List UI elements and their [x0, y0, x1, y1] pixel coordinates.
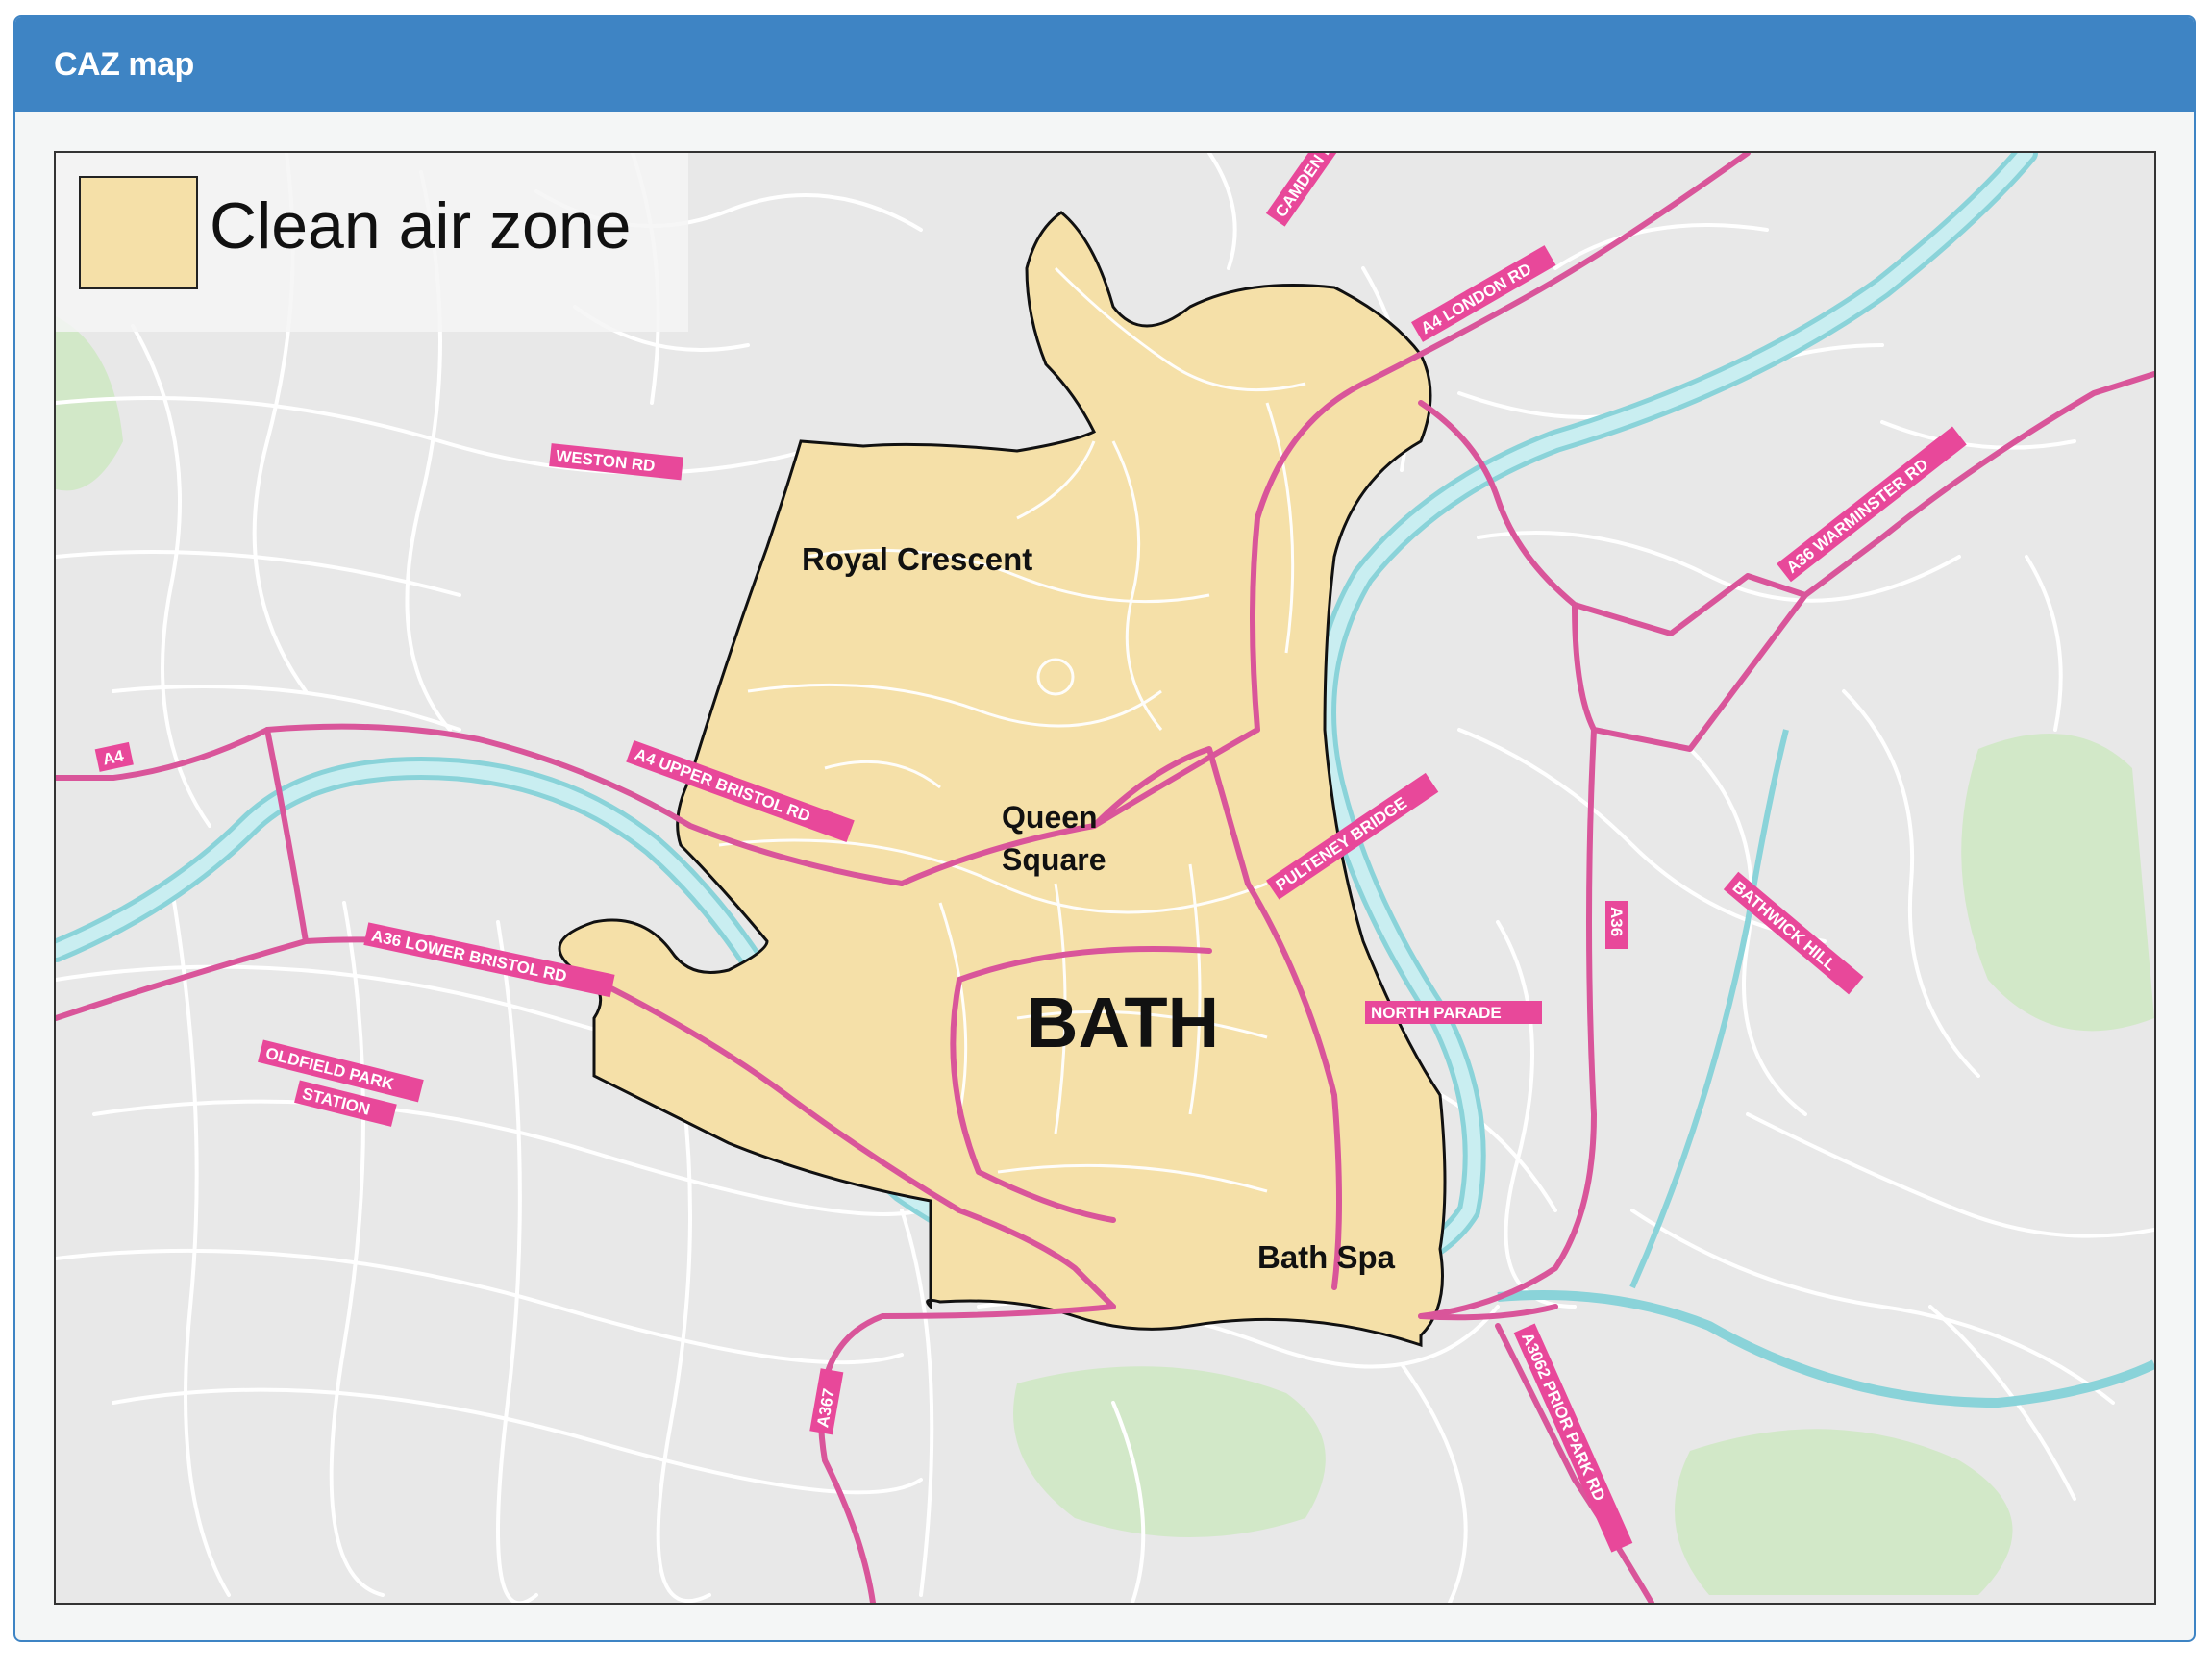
legend-label: Clean air zone — [210, 189, 632, 262]
place-label-queen-square-1: Queen — [1002, 800, 1098, 835]
road-label: A36 — [1605, 901, 1628, 949]
road-label: NORTH PARADE — [1365, 1001, 1542, 1024]
place-label-royal-crescent: Royal Crescent — [802, 541, 1032, 577]
place-label-city: BATH — [1027, 983, 1219, 1062]
caz-map: CAMDEN RD A4 LONDON RD WESTON RD A36 WAR… — [54, 151, 2156, 1605]
road-label-a36: A36 — [1607, 907, 1626, 936]
map-legend: Clean air zone — [56, 153, 688, 332]
caz-map-panel: CAZ map CAMDEN RD A4 LONDON RD WESTON RD… — [13, 15, 2196, 1642]
road-label-north-parade: NORTH PARADE — [1371, 1004, 1502, 1022]
panel-header: CAZ map — [15, 17, 2194, 112]
legend-swatch — [79, 176, 198, 289]
place-label-queen-square-2: Square — [1002, 842, 1106, 877]
place-label-bath-spa: Bath Spa — [1257, 1239, 1396, 1275]
panel-title: CAZ map — [54, 46, 194, 83]
map-canvas: CAMDEN RD A4 LONDON RD WESTON RD A36 WAR… — [56, 153, 2154, 1603]
